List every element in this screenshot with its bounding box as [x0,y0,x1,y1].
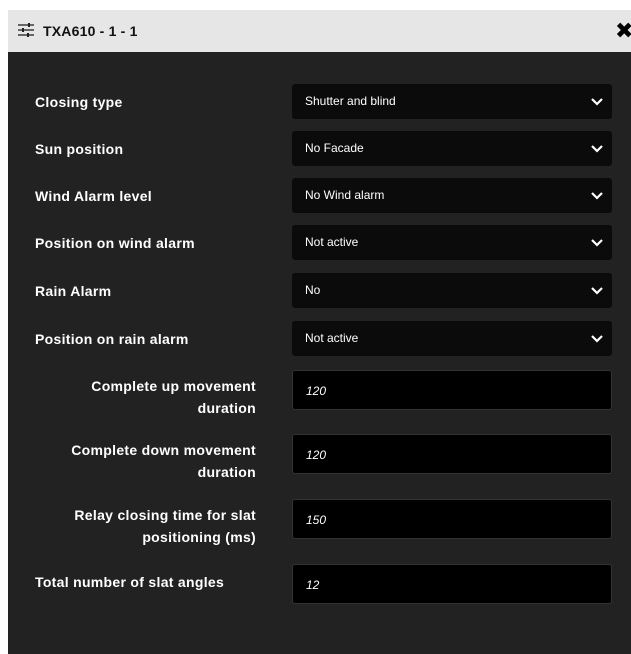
chevron-down-icon [590,236,604,248]
relay-closing-time-value: 150 [306,513,327,527]
total-number-of-slat-angles-value: 12 [306,578,320,592]
label-line-2: duration [197,464,256,480]
chevron-down-icon [590,142,604,154]
position-on-wind-alarm-value: Not active [305,235,359,249]
closing-type-value: Shutter and blind [305,94,396,108]
label-line-1: Relay closing time for slat [74,507,256,523]
wind-alarm-level-select[interactable]: No Wind alarm [292,178,612,213]
settings-dialog: TXA610 - 1 - 1 ✖ Closing type Shutter an… [8,10,631,654]
wind-alarm-level-value: No Wind alarm [305,188,385,202]
position-on-wind-alarm-select[interactable]: Not active [292,225,612,260]
complete-up-movement-duration-value: 120 [306,384,327,398]
complete-down-movement-duration-input[interactable]: 120 [292,434,612,474]
label-line-2: duration [197,400,256,416]
closing-type-label: Closing type [35,94,123,110]
rain-alarm-select[interactable]: No [292,273,612,308]
total-number-of-slat-angles-label: Total number of slat angles [35,574,225,590]
position-on-rain-alarm-select[interactable]: Not active [292,321,612,356]
sun-position-label: Sun position [35,141,124,157]
chevron-down-icon [590,189,604,201]
title-bar: TXA610 - 1 - 1 ✖ [8,10,631,52]
complete-down-movement-duration-label: Complete down movement duration [28,439,256,483]
complete-up-movement-duration-input[interactable]: 120 [292,370,612,410]
sun-position-select[interactable]: No Facade [292,131,612,166]
position-on-rain-alarm-label: Position on rain alarm [35,331,189,347]
label-line-2: positioning (ms) [142,529,256,545]
label-line-1: Complete up movement [91,378,256,394]
rain-alarm-value: No [305,283,321,297]
rain-alarm-label: Rain Alarm [35,283,112,299]
chevron-down-icon [590,284,604,296]
chevron-down-icon [590,95,604,107]
dialog-title: TXA610 - 1 - 1 [43,23,138,39]
complete-down-movement-duration-value: 120 [306,448,327,462]
relay-closing-time-input[interactable]: 150 [292,499,612,539]
top-strip [0,0,631,10]
label-line-1: Complete down movement [71,442,256,458]
closing-type-select[interactable]: Shutter and blind [292,84,612,119]
position-on-wind-alarm-label: Position on wind alarm [35,235,195,251]
total-number-of-slat-angles-input[interactable]: 12 [292,564,612,604]
wind-alarm-level-label: Wind Alarm level [35,188,152,204]
relay-closing-time-label: Relay closing time for slat positioning … [28,504,256,548]
position-on-rain-alarm-value: Not active [305,331,359,345]
sun-position-value: No Facade [305,141,364,155]
close-icon[interactable]: ✖ [615,20,631,42]
sliders-icon [17,20,35,40]
chevron-down-icon [590,332,604,344]
complete-up-movement-duration-label: Complete up movement duration [28,375,256,419]
